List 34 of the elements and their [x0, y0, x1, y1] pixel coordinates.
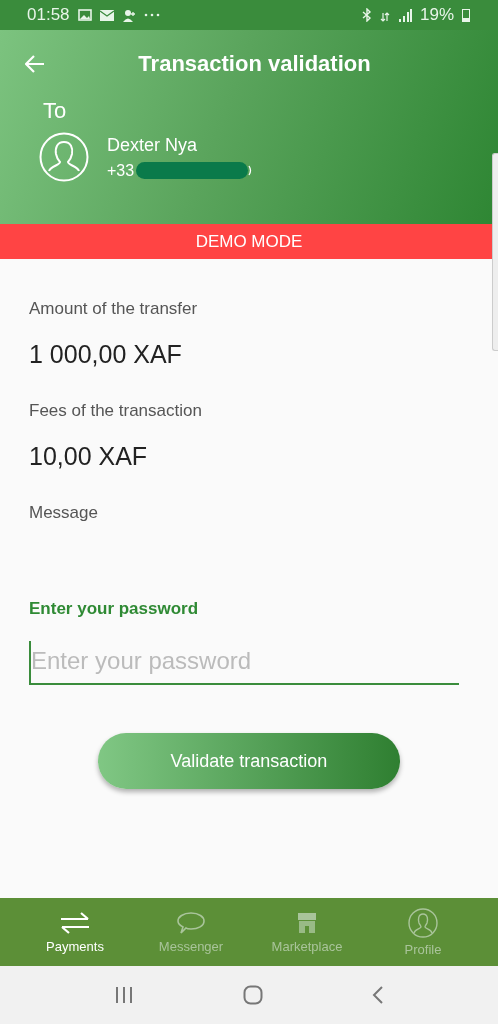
screen-title: Transaction validation — [137, 51, 372, 77]
swap-arrows-icon — [59, 910, 91, 935]
password-field[interactable]: Enter your password — [29, 641, 459, 685]
validate-button[interactable]: Validate transaction — [98, 733, 400, 789]
battery-icon — [462, 8, 470, 22]
more-icon — [143, 13, 160, 17]
mail-icon — [99, 9, 114, 21]
recent-apps-icon[interactable] — [114, 986, 135, 1004]
field-label: Fees of the transaction — [29, 401, 203, 421]
profile-icon — [408, 907, 438, 938]
nav-tab[interactable]: Profile — [365, 898, 481, 966]
password-label: Enter your password — [29, 599, 200, 619]
field-label: Amount of the transfer — [29, 299, 199, 319]
nav-tab[interactable]: Payments — [17, 898, 133, 966]
to-label: To — [43, 98, 68, 124]
nav-tab[interactable]: Messenger — [133, 898, 249, 966]
avatar-icon — [39, 132, 89, 182]
recipient-phone: +33 — [107, 161, 135, 180]
battery-percent: 19% — [419, 5, 454, 25]
store-icon — [295, 910, 319, 935]
chat-bubble-icon — [176, 910, 206, 935]
field-value: 10,00 XAF — [29, 442, 149, 471]
person-add-icon — [121, 8, 136, 22]
home-icon[interactable] — [243, 985, 263, 1005]
image-icon — [77, 9, 92, 21]
back-nav-icon[interactable] — [371, 985, 384, 1005]
status-time: 01:58 — [27, 5, 70, 25]
field-label: Message — [29, 503, 99, 523]
bluetooth-icon — [361, 8, 372, 22]
nav-tab[interactable]: Marketplace — [249, 898, 365, 966]
field-value: 1 000,00 XAF — [29, 340, 183, 369]
back-icon[interactable] — [25, 55, 45, 73]
recipient-name: Dexter Nya — [107, 134, 199, 156]
signal-icon — [397, 8, 412, 22]
